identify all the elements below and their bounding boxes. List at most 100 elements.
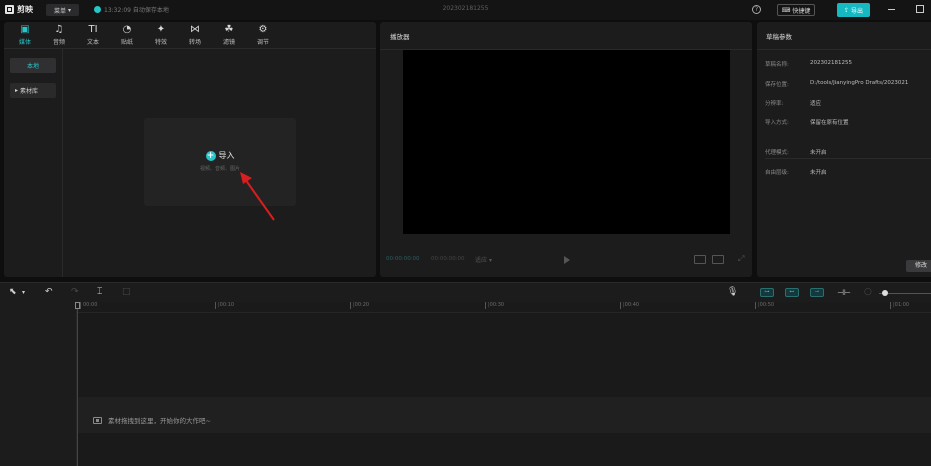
media-sidebar: 本地 ▸ 素材库 <box>4 49 63 277</box>
adjust-icon: ⚙ <box>258 24 268 35</box>
sidebar-item-label: 素材库 <box>20 88 39 95</box>
tab-sticker[interactable]: ◔ 贴纸 <box>112 22 142 49</box>
param-label: 分辨率: <box>765 101 784 107</box>
track-header-column <box>0 302 77 466</box>
ruler-tick: |01:00 <box>890 302 909 309</box>
ruler-tick: |00:40 <box>620 302 639 309</box>
tab-label: 媒体 <box>18 39 31 46</box>
transition-icon: ⋈ <box>190 24 200 35</box>
sidebar-item-library[interactable]: ▸ 素材库 <box>10 83 56 98</box>
param-value: D:/tools/JianyingPro Drafts/2023021 <box>810 80 909 86</box>
ruler-tick: |00:30 <box>485 302 504 309</box>
split-icon[interactable]: ⌶ <box>97 287 102 298</box>
timeline: 00:00 |00:10 |00:20 |00:30 |00:40 |00:50… <box>0 302 931 466</box>
ruler-tick: |00:20 <box>350 302 369 309</box>
param-label: 保存位置: <box>765 82 789 88</box>
effects-icon: ✦ <box>156 24 166 35</box>
tab-media[interactable]: ▣ 媒体 <box>10 22 40 49</box>
param-label: 导入方式: <box>765 120 789 126</box>
param-label: 代理模式: <box>765 150 789 156</box>
play-icon[interactable] <box>564 256 570 264</box>
ratio-select[interactable]: 适应 ▾ <box>475 255 492 264</box>
original-ratio-icon[interactable] <box>694 255 706 264</box>
main-track-magnet-icon[interactable]: ⊶ <box>760 288 774 297</box>
linkage-icon[interactable]: ⊸ <box>810 288 824 297</box>
filter-icon: ☘ <box>224 24 234 35</box>
fullscreen-icon[interactable]: ⤢ <box>738 254 744 264</box>
redo-icon[interactable]: ↷ <box>71 287 79 298</box>
tab-label: 音频 <box>52 39 65 46</box>
zoom-out-icon[interactable]: ○ <box>864 287 872 298</box>
film-icon <box>93 416 102 424</box>
ruler-tick: |00:10 <box>215 302 234 309</box>
tab-audio[interactable]: ♫ 音频 <box>44 22 74 49</box>
minimize-button[interactable] <box>888 9 895 10</box>
import-label: 导入 <box>218 151 235 160</box>
zoom-slider-handle[interactable] <box>882 290 888 296</box>
tab-label: 转场 <box>188 39 201 46</box>
maximize-button[interactable] <box>916 5 924 13</box>
drop-hint: 素材拖拽到这里，开始你的大作吧~ <box>93 415 211 425</box>
param-label: 自由层级: <box>765 170 789 176</box>
player-screen[interactable] <box>403 50 730 234</box>
playhead[interactable] <box>77 302 78 466</box>
undo-icon[interactable]: ↶ <box>45 287 53 298</box>
export-label: 导出 <box>851 7 864 15</box>
keyboard-icon: ⌨ <box>781 6 791 14</box>
ruler-tick: |00:50 <box>755 302 774 309</box>
param-value: 未开启 <box>810 150 827 156</box>
param-value: 未开启 <box>810 170 827 176</box>
tab-adjust[interactable]: ⚙ 调节 <box>248 22 278 49</box>
media-panel: ▣ 媒体 ♫ 音频 TI 文本 ◔ 贴纸 ✦ 特效 ⋈ 转场 ☘ 滤镜 ⚙ 调节 <box>4 22 376 277</box>
playhead-handle[interactable] <box>75 302 80 309</box>
tab-label: 贴纸 <box>120 39 133 46</box>
shortcut-button[interactable]: ⌨ 快捷键 <box>777 4 815 16</box>
param-label: 草稿名称: <box>765 62 789 68</box>
total-time: 00:00:00:00 <box>431 256 465 262</box>
help-icon[interactable]: ? <box>752 5 761 14</box>
player-title: 播放器 <box>390 33 410 41</box>
tab-label: 滤镜 <box>222 39 235 46</box>
param-value: 保留在原有位置 <box>810 120 849 126</box>
export-button[interactable]: ⇪ 导出 <box>837 3 870 17</box>
params-title: 草稿参数 <box>766 33 792 41</box>
param-value: 适应 <box>810 101 822 107</box>
sidebar-item-local[interactable]: 本地 <box>10 58 56 73</box>
auto-snap-icon[interactable]: ⊷ <box>785 288 799 297</box>
param-value: 202302181255 <box>810 60 852 66</box>
text-icon: TI <box>88 24 98 35</box>
tab-label: 特效 <box>154 39 167 46</box>
chevron-right-icon: ▸ <box>15 87 19 94</box>
current-time: 00:00:00:00 <box>386 256 420 262</box>
export-icon: ⇪ <box>843 6 849 14</box>
ratio-label: 适应 <box>475 257 488 264</box>
divider <box>765 158 931 159</box>
chevron-down-icon[interactable]: ▾ <box>22 287 25 298</box>
drop-hint-text: 素材拖拽到这里，开始你的大作吧~ <box>108 417 211 425</box>
tab-text[interactable]: TI 文本 <box>78 22 108 49</box>
tab-filter[interactable]: ☘ 滤镜 <box>214 22 244 49</box>
player-panel: 播放器 00:00:00:00 00:00:00:00 适应 ▾ ⤢ <box>380 22 752 277</box>
import-button[interactable]: + 导入 <box>144 150 296 161</box>
modify-button[interactable]: 修改 <box>906 260 931 272</box>
shortcut-label: 快捷键 <box>792 7 811 15</box>
title-bar: 剪映 菜单 ▾ 13:32:09 自动保存本地 202302181255 ? ⌨… <box>0 0 931 20</box>
chevron-down-icon: ▾ <box>488 257 492 264</box>
sticker-icon: ◔ <box>122 24 132 35</box>
tab-effects[interactable]: ✦ 特效 <box>146 22 176 49</box>
tab-label: 调节 <box>256 39 269 46</box>
ratio-icon[interactable] <box>712 255 724 264</box>
tab-label: 文本 <box>86 39 99 46</box>
media-tabs: ▣ 媒体 ♫ 音频 TI 文本 ◔ 贴纸 ✦ 特效 ⋈ 转场 ☘ 滤镜 ⚙ 调节 <box>4 22 376 49</box>
time-ruler[interactable]: 00:00 |00:10 |00:20 |00:30 |00:40 |00:50… <box>77 302 931 313</box>
annotation-arrow-icon <box>240 172 275 221</box>
divider <box>757 49 931 50</box>
ruler-tick: 00:00 <box>80 302 97 309</box>
microphone-icon[interactable]: 🎙 <box>727 287 738 298</box>
timeline-toolbar: ⬉ ▾ ↶ ↷ ⌶ □ 🎙 ⊶ ⊷ ⊸ ⊣⊢ ○ <box>0 282 931 302</box>
delete-icon[interactable]: □ <box>122 287 131 298</box>
plus-icon: + <box>205 150 216 161</box>
preview-axis-icon[interactable]: ⊣⊢ <box>837 287 851 298</box>
select-cursor-icon[interactable]: ⬉ <box>9 287 17 298</box>
tab-transition[interactable]: ⋈ 转场 <box>180 22 210 49</box>
